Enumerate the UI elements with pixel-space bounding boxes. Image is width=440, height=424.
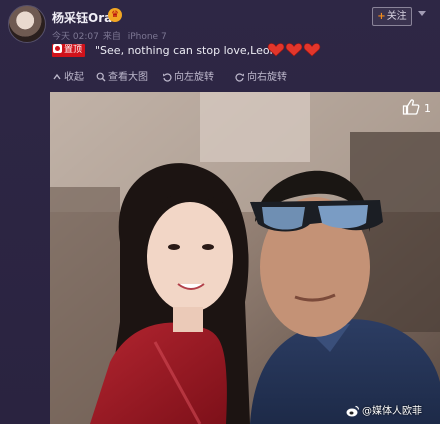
heart-icon: [285, 43, 303, 57]
rotate-left-button[interactable]: 向左旋转: [162, 71, 214, 85]
post-time[interactable]: 今天 02:07: [52, 32, 99, 42]
watermark-text: @媒体人欧菲: [362, 406, 422, 417]
view-large-label: 查看大图: [108, 72, 148, 83]
collapse-icon: [53, 73, 61, 80]
heart-emoji-group: [267, 43, 321, 57]
pinned-tag: 置顶: [52, 44, 86, 57]
rotate-right-icon: [235, 73, 244, 82]
rotate-right-button[interactable]: 向右旋转: [235, 71, 287, 85]
avatar[interactable]: [8, 5, 46, 43]
weibo-post-card: 杨采钰Ora ♛ 今天 02:07 来自 iPhone 7 +关注 置顶 "See…: [0, 0, 440, 424]
like-button[interactable]: 1: [402, 98, 431, 118]
heart-icon: [303, 43, 321, 57]
rotate-left-icon: [163, 73, 172, 82]
post-text: "See, nothing can stop love,Leon": [95, 44, 282, 57]
rotate-left-label: 向左旋转: [174, 72, 214, 83]
vip-crown-icon: ♛: [108, 8, 122, 22]
weibo-watermark: @媒体人欧菲: [346, 405, 422, 419]
pin-icon: [53, 44, 62, 53]
collapse-button[interactable]: 收起: [52, 71, 84, 85]
thumbs-up-icon: [402, 99, 420, 115]
collapse-label: 收起: [64, 72, 84, 83]
heart-icon: [267, 43, 285, 57]
plus-icon: +: [377, 11, 386, 22]
follow-label: 关注: [386, 11, 407, 22]
rotate-right-label: 向右旋转: [247, 72, 287, 83]
window-curtain: [350, 132, 440, 332]
pinned-tag-label: 置顶: [64, 45, 83, 55]
post-meta: 今天 02:07 来自 iPhone 7: [52, 29, 171, 42]
username[interactable]: 杨采钰Ora: [52, 9, 112, 26]
weibo-logo-icon: [346, 405, 360, 417]
view-large-button[interactable]: 查看大图: [96, 71, 148, 85]
selfie-illustration: [50, 92, 440, 424]
like-count: 1: [424, 102, 431, 115]
post-source: iPhone 7: [127, 32, 167, 42]
source-prefix: 来自: [102, 32, 121, 42]
chevron-down-icon[interactable]: [418, 11, 426, 16]
zoom-icon: [96, 72, 106, 82]
post-photo[interactable]: [50, 92, 440, 424]
follow-button[interactable]: +关注: [372, 7, 412, 26]
